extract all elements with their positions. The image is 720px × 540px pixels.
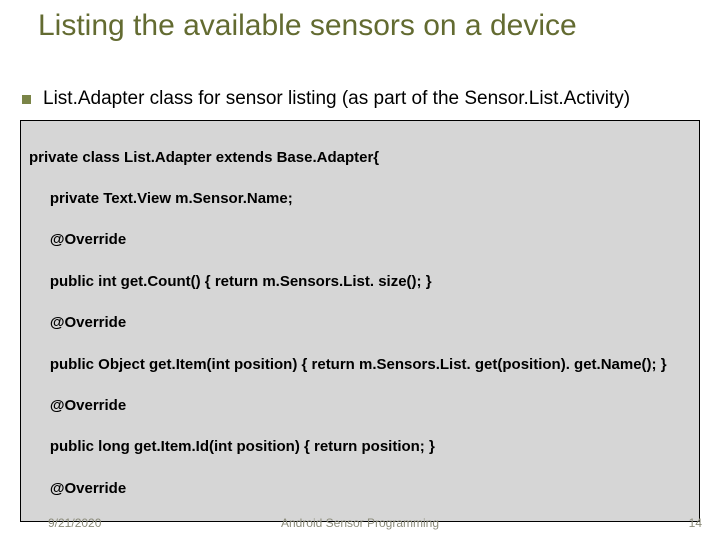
footer-page-number: 14 xyxy=(689,516,702,530)
code-line: private class List.Adapter extends Base.… xyxy=(29,148,691,169)
code-block: private class List.Adapter extends Base.… xyxy=(20,120,700,522)
code-line: private Text.View m.Sensor.Name; xyxy=(29,189,691,210)
footer-title: Android Sensor Programming xyxy=(0,516,720,530)
code-line: @Override xyxy=(29,396,691,417)
slide: Listing the available sensors on a devic… xyxy=(0,0,720,540)
slide-title: Listing the available sensors on a devic… xyxy=(38,8,698,43)
code-line: @Override xyxy=(29,313,691,334)
bullet-text: List.Adapter class for sensor listing (a… xyxy=(43,88,630,110)
code-line: public Object get.Item(int position) { r… xyxy=(29,355,691,376)
code-line: public long get.Item.Id(int position) { … xyxy=(29,437,691,458)
square-bullet-icon xyxy=(22,95,31,104)
bullet-row: List.Adapter class for sensor listing (a… xyxy=(22,88,702,110)
code-line: @Override xyxy=(29,230,691,251)
code-line: public int get.Count() { return m.Sensor… xyxy=(29,272,691,293)
code-line: @Override xyxy=(29,479,691,500)
